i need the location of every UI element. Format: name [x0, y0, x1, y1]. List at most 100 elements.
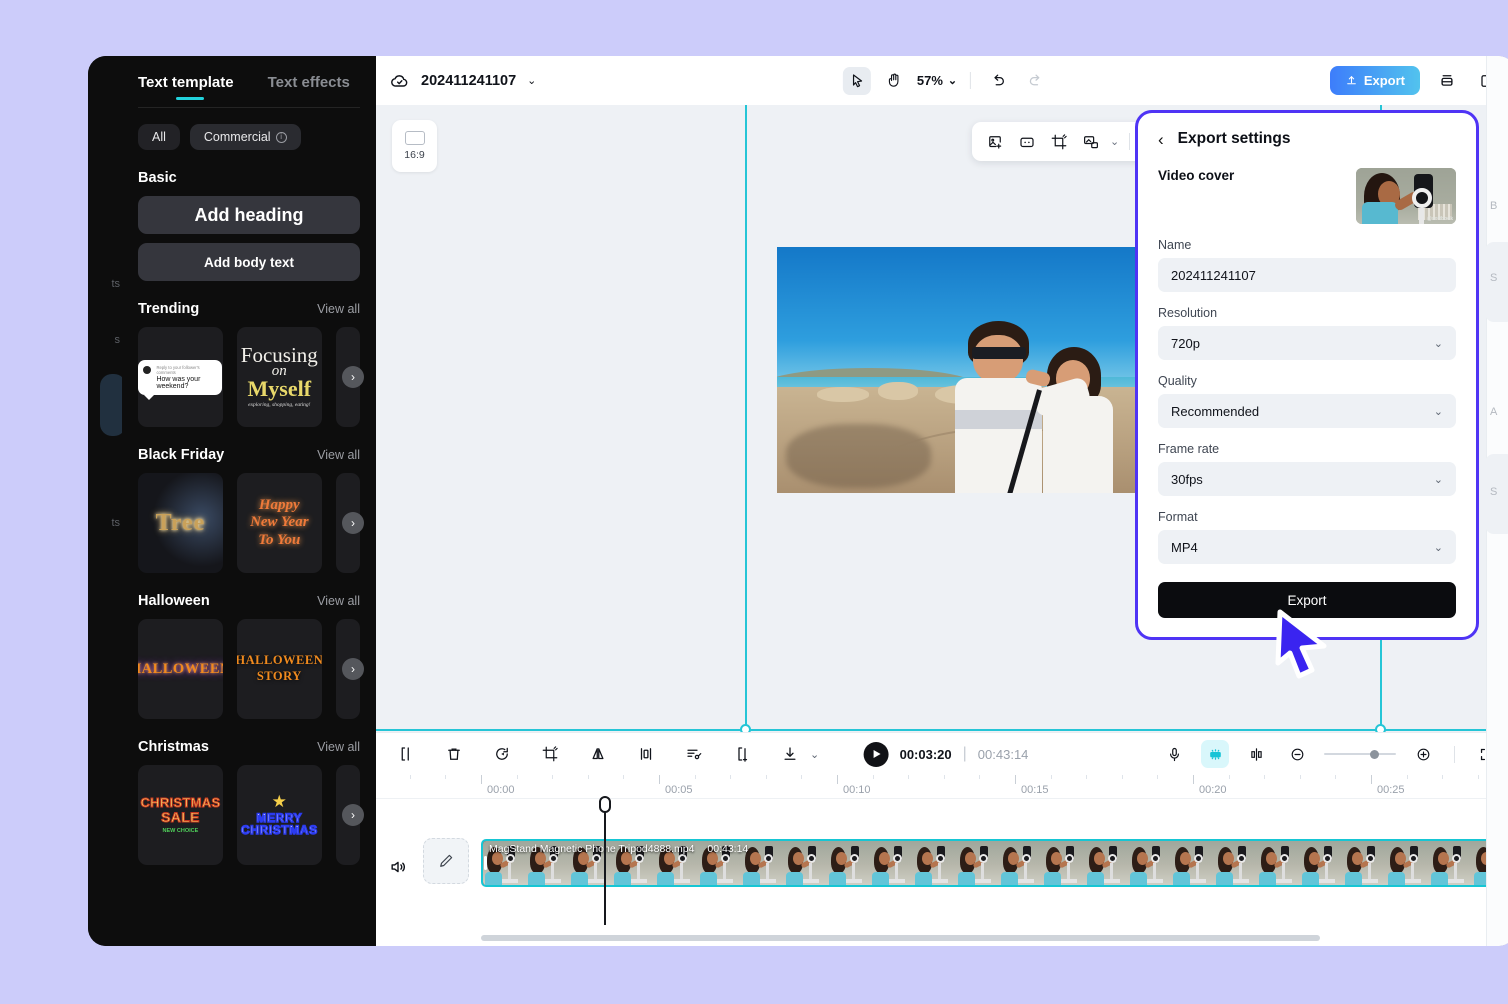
next-arrow-christmas[interactable]: ›: [342, 804, 364, 826]
mask-icon[interactable]: [632, 740, 660, 768]
chevron-down-icon: ⌄: [1433, 405, 1443, 418]
undo-icon[interactable]: [984, 67, 1012, 95]
playhead-handle[interactable]: [599, 796, 611, 813]
template-card[interactable]: HALLOWEEN: [138, 619, 223, 719]
ruler-tick-minor: [1335, 775, 1337, 779]
stack-layout-icon[interactable]: [1433, 67, 1461, 95]
timeline-tools-left: ⌄: [392, 740, 819, 768]
edit-track-button[interactable]: [423, 838, 469, 884]
add-heading-button[interactable]: Add heading: [138, 196, 360, 234]
tab-text-template[interactable]: Text template: [138, 74, 234, 91]
left-rail-hidden: ts s ts: [88, 56, 126, 946]
view-all-christmas[interactable]: View all: [317, 740, 360, 754]
zoom-level-value: 57%: [916, 73, 943, 88]
keyframe-icon[interactable]: [728, 740, 756, 768]
chip-all[interactable]: All: [138, 124, 180, 150]
view-all-black-friday[interactable]: View all: [317, 448, 360, 462]
template-card[interactable]: Happy New Year To You: [236, 473, 322, 573]
auto-cut-icon[interactable]: [680, 740, 708, 768]
redo-icon[interactable]: [1021, 67, 1049, 95]
speaker-icon[interactable]: [388, 857, 408, 882]
cover-ring-light: [1412, 188, 1432, 208]
playhead[interactable]: [599, 796, 611, 925]
split-clip-icon[interactable]: [1242, 740, 1270, 768]
crop-icon[interactable]: [536, 740, 564, 768]
rotate-icon[interactable]: [488, 740, 516, 768]
split-icon[interactable]: [392, 740, 420, 768]
ruler-tick-minor: [445, 775, 447, 779]
view-all-halloween[interactable]: View all: [317, 594, 360, 608]
microphone-icon[interactable]: [1160, 740, 1188, 768]
export-confirm-button[interactable]: Export: [1158, 582, 1456, 618]
format-select[interactable]: MP4 ⌄: [1158, 530, 1456, 564]
zoom-slider-thumb[interactable]: [1370, 749, 1379, 759]
chevron-down-icon[interactable]: ⌄: [527, 74, 536, 87]
chip-commercial[interactable]: Commercial i: [189, 124, 301, 150]
next-arrow-black-friday[interactable]: ›: [342, 512, 364, 534]
horizontal-scrollbar[interactable]: [481, 935, 1320, 941]
video-cover-thumbnail[interactable]: @softbook: [1356, 168, 1456, 224]
frame-rate-select[interactable]: 30fps ⌄: [1158, 462, 1456, 496]
template-card[interactable]: HALLOWEEN STORY: [236, 619, 322, 719]
template-card[interactable]: ★ MERRY CHRISTMAS: [236, 765, 322, 865]
top-right-actions: Export: [1329, 66, 1502, 95]
chevron-down-icon[interactable]: ⌄: [1110, 135, 1119, 148]
tab-text-effects[interactable]: Text effects: [268, 74, 350, 91]
back-icon[interactable]: ‹: [1158, 131, 1164, 148]
ruler-tick-minor: [1477, 775, 1479, 779]
ruler-tick-minor: [1264, 775, 1266, 779]
zoom-slider[interactable]: [1324, 749, 1396, 759]
resolution-select[interactable]: 720p ⌄: [1158, 326, 1456, 360]
project-name-group[interactable]: 202411241107 ⌄: [390, 71, 536, 91]
next-arrow-halloween[interactable]: ›: [342, 658, 364, 680]
zoom-level-selector[interactable]: 57% ⌄: [917, 73, 957, 88]
add-body-text-button[interactable]: Add body text: [138, 243, 360, 281]
auto-captions-icon[interactable]: [1201, 740, 1229, 768]
add-image-icon[interactable]: [982, 129, 1008, 155]
timeline-ruler[interactable]: 00:00 00:05 00:10 00:15 00:20 00:25: [376, 775, 1508, 799]
section-title: Trending: [138, 301, 200, 317]
template-card[interactable]: Tree: [138, 473, 223, 573]
video-cover-label: Video cover: [1158, 168, 1235, 183]
format-value: MP4: [1171, 539, 1198, 555]
download-icon[interactable]: [776, 740, 804, 768]
quality-select[interactable]: Recommended ⌄: [1158, 394, 1456, 428]
ruler-tick-minor: [979, 775, 981, 779]
delete-icon[interactable]: [440, 740, 468, 768]
caption-icon[interactable]: [1014, 129, 1040, 155]
next-arrow-trending[interactable]: ›: [342, 366, 364, 388]
clip-trim-handle-left[interactable]: [484, 856, 487, 870]
background-remove-icon[interactable]: [1078, 129, 1104, 155]
active-tab-underline: [176, 97, 204, 100]
info-icon[interactable]: i: [275, 131, 287, 143]
name-field[interactable]: 202411241107: [1158, 258, 1456, 292]
section-header-halloween: Halloween View all: [138, 593, 360, 609]
play-button[interactable]: [863, 741, 889, 767]
card-row-halloween: HALLOWEEN HALLOWEEN STORY ›: [138, 619, 364, 719]
hs-line1: HALLOWEEN: [236, 653, 322, 668]
selection-handle[interactable]: [740, 724, 751, 732]
hand-icon[interactable]: [880, 67, 908, 95]
export-button-top[interactable]: Export: [1329, 66, 1420, 95]
view-all-trending[interactable]: View all: [317, 302, 360, 316]
timeline-tools-right: [1160, 740, 1500, 768]
clip-thumbnail: [1429, 841, 1472, 885]
chip-commercial-label: Commercial: [203, 130, 271, 144]
ruler-tick: [1015, 775, 1016, 784]
frame-rate-value: 30fps: [1171, 471, 1203, 487]
aspect-ratio-badge[interactable]: 16:9: [392, 120, 437, 172]
template-card[interactable]: CHRISTMAS SALE NEW CHOICE: [138, 765, 223, 865]
crop-icon[interactable]: [1046, 129, 1072, 155]
ruler-tick-minor: [1299, 775, 1301, 779]
text-template-panel: Text template Text effects All Commercia…: [122, 56, 376, 946]
template-card[interactable]: Focusing on Myself exploring, shopping, …: [236, 327, 322, 427]
video-cover-row: Video cover @softbook: [1158, 168, 1456, 224]
zoom-in-icon[interactable]: [1409, 740, 1437, 768]
select-arrow-icon[interactable]: [842, 66, 871, 95]
mirror-icon[interactable]: [584, 740, 612, 768]
selection-handle[interactable]: [1375, 724, 1386, 732]
zoom-out-icon[interactable]: [1283, 740, 1311, 768]
chevron-down-icon[interactable]: ⌄: [810, 748, 819, 761]
template-card[interactable]: Reply to your follower's comments How wa…: [138, 327, 223, 427]
timeline-clip[interactable]: MagStand Magnetic Phone Tripod4888.mp4 0…: [481, 839, 1508, 887]
